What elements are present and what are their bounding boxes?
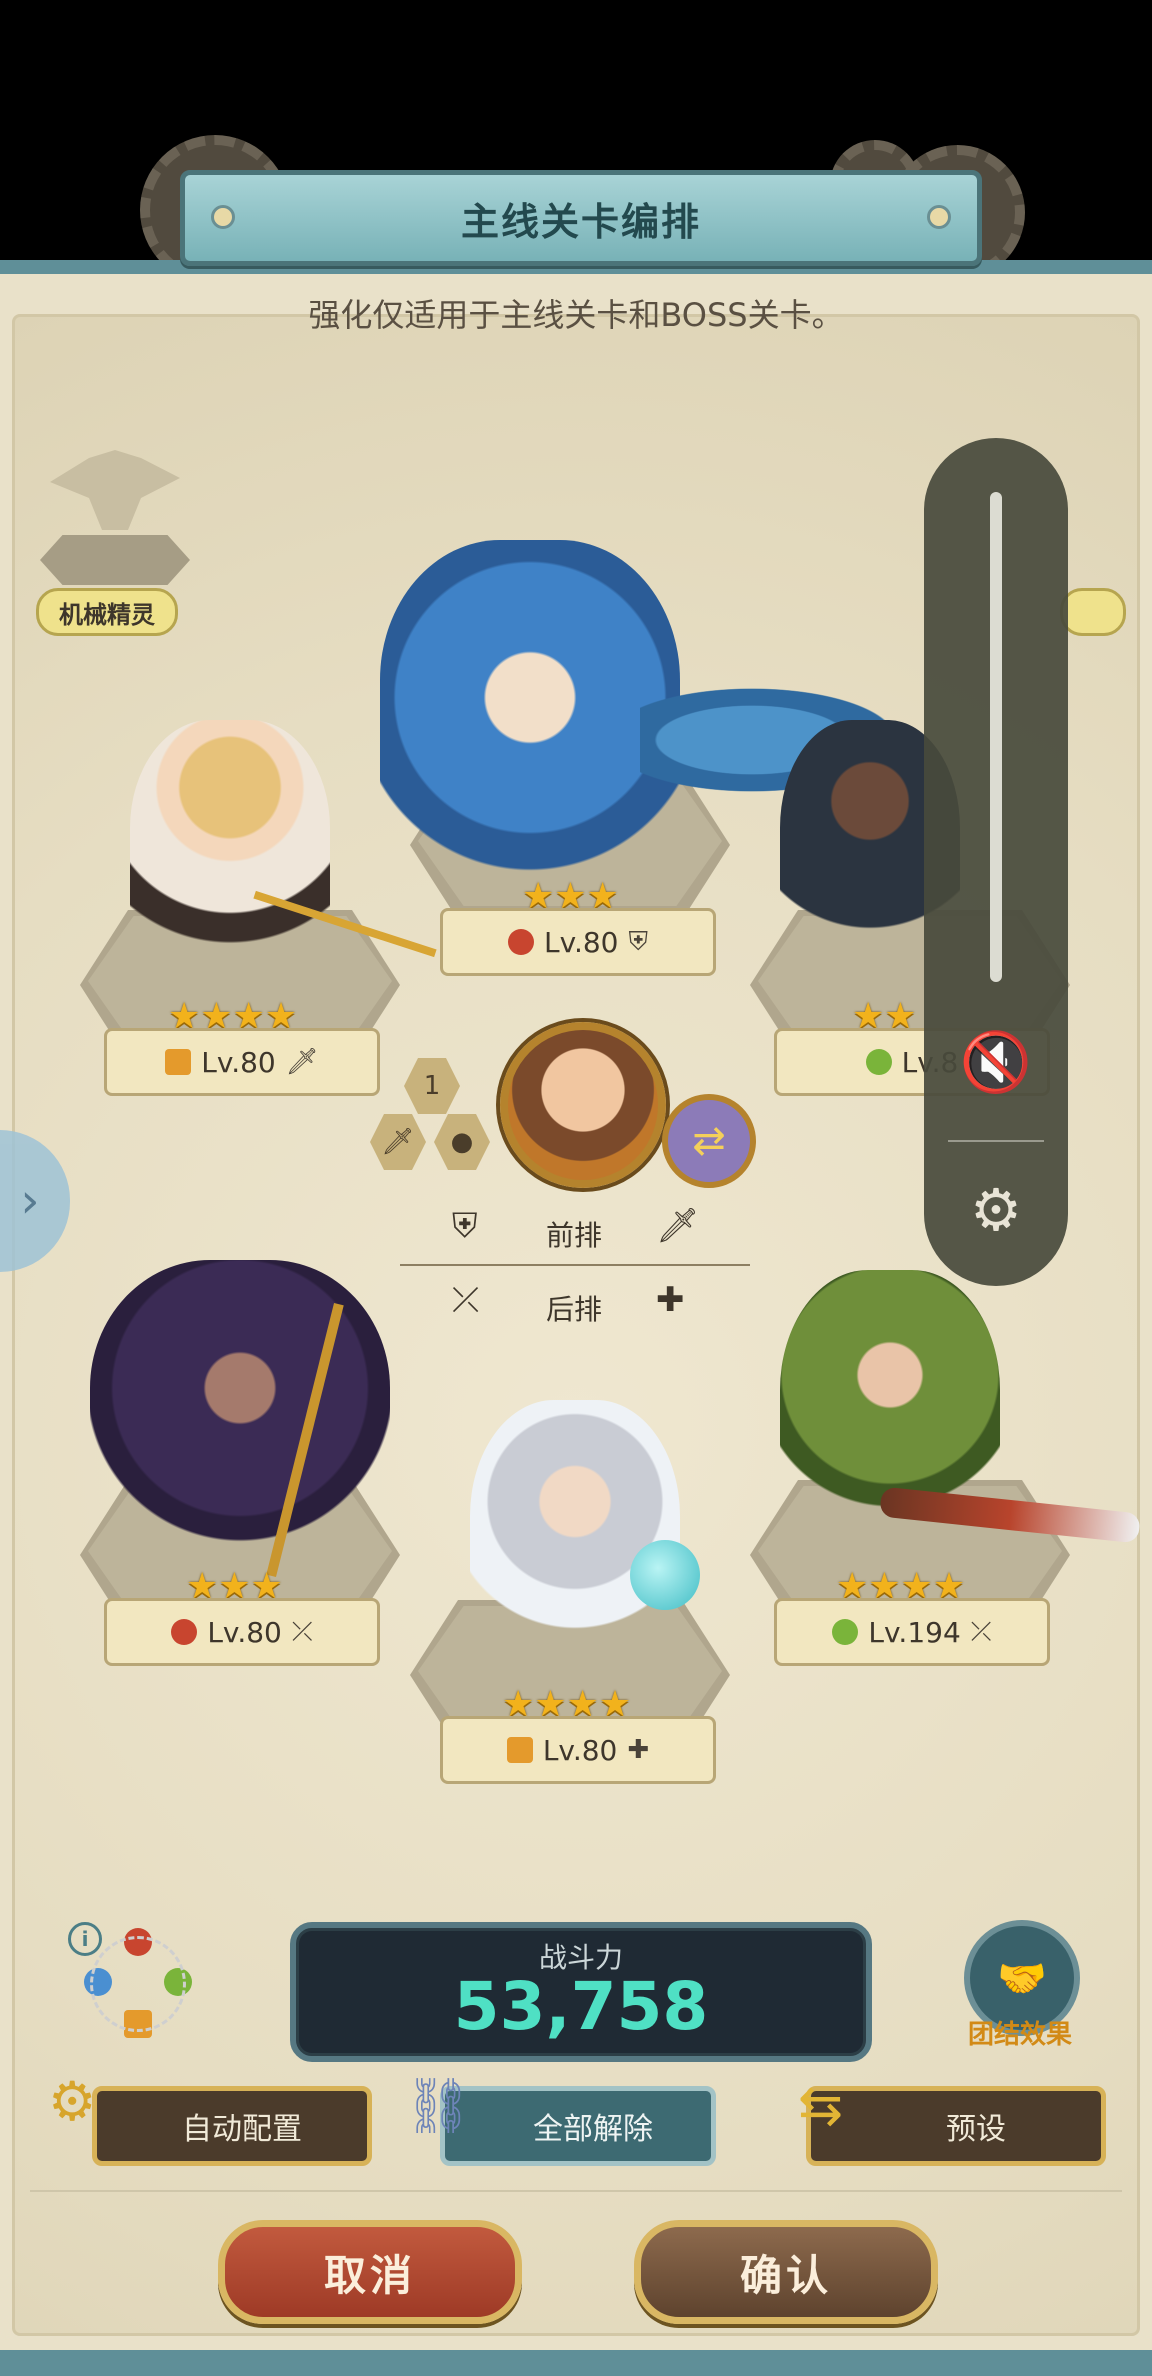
hero-level-bottom-right: Lv.194 [868,1615,961,1649]
shield-icon: ⛨ [628,926,649,957]
combat-power-box: 战斗力 53,758 [290,1922,872,2062]
hero-level-card-top-left: Lv.80 🗡 [104,1028,380,1096]
release-all-label: 全部解除 [533,2112,653,2147]
row-divider [400,1264,750,1266]
fire-element-icon [507,929,534,955]
leader-portrait[interactable] [500,1022,666,1188]
hero-level-card-bottom-left: Lv.80 ⤫ [104,1598,380,1666]
mech-spirit-label[interactable]: 机械精灵 [36,588,178,636]
title-rivet-left [211,205,235,229]
bow-row-icon: ⤫ [452,1280,480,1320]
element-wheel[interactable] [72,1920,202,2050]
chevron-right-icon: › [20,1173,40,1229]
auto-configure-label: 自动配置 [182,2112,302,2147]
page-title: 主线关卡编排 [460,199,701,244]
wind-element-icon [865,1049,892,1075]
sword-icon: 🗡 [285,1047,319,1077]
preset-swap-icon: ⇆ [798,2074,844,2137]
overlay-divider [948,1140,1044,1142]
hero-sprite-dragon-girl[interactable] [380,540,680,890]
chain-unlink-icon: ⛓ [404,2074,473,2137]
hero-sprite-medusa[interactable] [90,1260,390,1580]
hero-level-top-center: Lv.80 [543,925,619,959]
combat-power-value: 53,758 [453,1968,709,2045]
heal-row-icon: ✚ [656,1280,685,1320]
bottom-divider [30,2190,1122,2192]
preset-label: 预设 [946,2112,1006,2147]
hero-level-bottom-left: Lv.80 [207,1615,282,1649]
volume-overlay-panel: 🔇 ⚙ [924,438,1068,1286]
fire-element-icon [171,1619,198,1645]
element-cycle-ring [90,1936,186,2032]
auto-gear-icon: ⚙ [48,2070,97,2133]
right-side-label[interactable] [1060,588,1126,636]
volume-slider[interactable] [990,492,1002,982]
hero-level-top-left: Lv.80 [201,1045,276,1079]
back-row-label: 后排 [546,1293,603,1326]
preset-button[interactable]: 预设 [806,2086,1106,2166]
mech-spirit-pedestal[interactable] [40,450,190,590]
swap-button[interactable]: ⇄ [662,1094,756,1188]
release-all-button[interactable]: 全部解除 [440,2086,716,2166]
mech-spirit-silhouette [50,450,180,530]
mute-icon[interactable]: 🔇 [924,1028,1068,1097]
shield-row-icon: ⛨ [452,1206,478,1246]
auto-configure-button[interactable]: 自动配置 [92,2086,372,2166]
subtitle-text: 强化仅适用于主线关卡和BOSS关卡。 [308,296,844,334]
hero-level-card-top-center: Lv.80 ⛨ [440,908,716,976]
water-orb-decoration [630,1540,700,1610]
hero-level-card-bottom-center: Lv.80 ✚ [440,1716,716,1784]
bow-icon: ⤫ [291,1616,313,1647]
panel-bottom-border [0,2350,1152,2376]
handshake-icon: 🤝 [997,1955,1047,2002]
hero-sprite-blonde-swordsman[interactable] [130,720,330,990]
hero-level-card-bottom-right: Lv.194 ⤫ [774,1598,1050,1666]
cancel-button[interactable]: 取消 [218,2220,522,2324]
unity-effect-label[interactable]: 团结效果 [960,2014,1080,2051]
title-rivet-right [927,205,951,229]
swap-arrows-icon: ⇄ [692,1118,726,1164]
settings-gear-icon[interactable]: ⚙ [924,1176,1068,1244]
earth-element-icon [165,1049,192,1075]
slot-number: 1 [423,1071,441,1101]
bow-icon: ⤫ [970,1616,992,1647]
confirm-button[interactable]: 确认 [634,2220,938,2324]
earth-element-icon [506,1737,533,1763]
hero-level-bottom-center: Lv.80 [542,1733,618,1767]
heal-icon: ✚ [627,1735,650,1765]
front-row-label: 前排 [546,1219,603,1252]
title-bar: 主线关卡编排 [180,170,982,266]
sword-row-icon: 🗡 [656,1206,700,1246]
wind-element-icon [832,1619,859,1645]
mech-spirit-base [40,535,190,585]
